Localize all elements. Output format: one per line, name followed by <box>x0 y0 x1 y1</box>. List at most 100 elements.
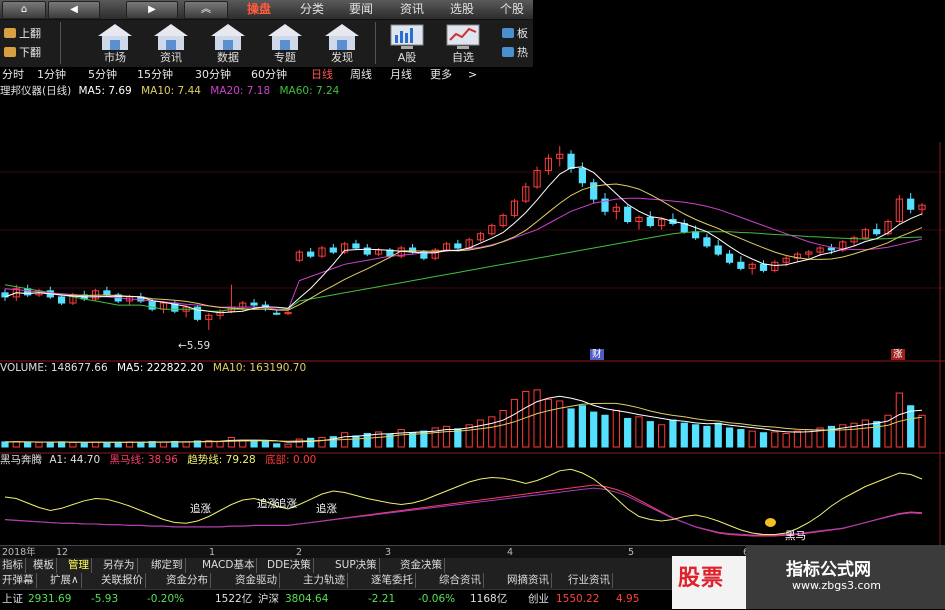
tool-topic-label: 专题 <box>274 51 296 64</box>
cy-change: 4.95 <box>616 593 640 605</box>
tool-a-shares-label: A股 <box>397 51 417 64</box>
volume-bar <box>216 440 224 448</box>
tab-save-as[interactable]: 另存为 <box>101 558 138 573</box>
period-next[interactable]: > <box>468 67 477 82</box>
hs-percent: -0.06% <box>418 593 456 605</box>
volume-bar <box>318 436 326 448</box>
tab-manage[interactable]: 管理 <box>66 558 92 573</box>
tab-related-quotes[interactable]: 关联报价 <box>99 573 146 588</box>
tab-expand[interactable]: 扩展∧ <box>48 573 82 588</box>
candle-body <box>567 153 575 169</box>
rise-tag[interactable]: 涨 <box>891 349 905 360</box>
candle-body <box>703 237 711 247</box>
menu-fenlei[interactable]: 分类 <box>300 1 324 18</box>
watermark-url: www.zbgs3.com <box>792 579 881 592</box>
menu-zixun[interactable]: 资讯 <box>400 1 424 18</box>
collapse-button[interactable]: ︽ <box>184 1 228 19</box>
menu-xuangu[interactable]: 选股 <box>450 1 474 18</box>
period-weekly[interactable]: 周线 <box>350 67 372 82</box>
low-price-label: ←5.59 <box>178 340 211 352</box>
volume-bar <box>873 421 881 448</box>
tab-macd[interactable]: MACD基本 <box>200 558 258 573</box>
period-intraday[interactable]: 分时 <box>2 67 24 82</box>
tool-sector[interactable]: 板 <box>500 25 533 43</box>
house-icon <box>98 24 132 50</box>
home-button[interactable]: ⌂ <box>2 1 46 19</box>
tab-fund-drive[interactable]: 资金驱动 <box>233 573 280 588</box>
tool-info[interactable]: 资讯 <box>144 20 198 66</box>
tool-discover[interactable]: 发现 <box>315 20 369 66</box>
finance-tag[interactable]: 财 <box>590 349 604 360</box>
tool-hot[interactable]: 热 <box>500 44 533 62</box>
tab-template[interactable]: 模板 <box>31 558 57 573</box>
tool-sector-label: 板 <box>517 27 528 40</box>
tab-industry-news[interactable]: 行业资讯 <box>566 573 613 588</box>
watermark: 指标公式网 www.zbgs3.com <box>746 545 945 609</box>
candle-body <box>725 253 734 263</box>
period-15min[interactable]: 15分钟 <box>137 67 173 82</box>
forward-button[interactable]: ▶ <box>126 1 178 19</box>
period-1min[interactable]: 1分钟 <box>37 67 66 82</box>
period-60min[interactable]: 60分钟 <box>251 67 287 82</box>
tab-general-news[interactable]: 综合资讯 <box>437 573 484 588</box>
page-up-button[interactable]: 上翻 <box>2 25 54 43</box>
tab-fund-distribution[interactable]: 资金分布 <box>164 573 211 588</box>
volume-bar <box>284 443 292 448</box>
sh-label[interactable]: 上证 <box>2 592 23 606</box>
volume-bar <box>522 390 530 448</box>
indicator-hm: 黑马线: 38.96 <box>109 454 178 466</box>
volume-bar <box>69 441 77 448</box>
volume-bar <box>590 411 598 448</box>
candle-body <box>646 216 654 227</box>
volume-bar <box>352 435 360 448</box>
tab-web-news[interactable]: 网摘资讯 <box>505 573 552 588</box>
tab-fund-decision[interactable]: 资金决策 <box>398 558 445 573</box>
candle-body <box>737 261 745 269</box>
tab-bind-to[interactable]: 绑定到 <box>149 558 186 573</box>
tool-market[interactable]: 市场 <box>88 20 142 66</box>
tab-dde[interactable]: DDE决策 <box>265 558 314 573</box>
volume-bar <box>918 414 926 448</box>
tool-a-shares[interactable]: A股 <box>380 20 434 66</box>
volume-bar <box>691 424 700 448</box>
volume-bar <box>771 431 779 448</box>
chart-area[interactable] <box>0 82 945 545</box>
darkhorse-line <box>4 484 923 537</box>
volume-ma10-line <box>4 402 923 443</box>
menu-gegu[interactable]: 个股 <box>500 1 524 18</box>
chase-label-2: 追涨 <box>257 498 278 510</box>
tool-data[interactable]: 数据 <box>201 20 255 66</box>
volume-bar <box>658 424 666 448</box>
hs-value: 3804.64 <box>285 593 329 605</box>
sh-percent: -0.20% <box>147 593 185 605</box>
tab-sup[interactable]: SUP决策 <box>333 558 380 573</box>
menu-caopan[interactable]: 操盘 <box>247 1 271 18</box>
tab-danmaku[interactable]: 开弹幕 <box>0 573 37 588</box>
tab-tick-orders[interactable]: 逐笔委托 <box>369 573 416 588</box>
volume-bar <box>103 442 111 448</box>
indicator-tabs: 指标 模板 管理 另存为 绑定到 MACD基本 DDE决策 SUP决策 资金决策 <box>0 558 680 574</box>
tool-topic[interactable]: 专题 <box>258 20 312 66</box>
page-down-button[interactable]: 下翻 <box>2 44 54 62</box>
candle-body <box>907 198 915 210</box>
volume-bar <box>646 421 654 448</box>
volume-ma10: MA10: 163190.70 <box>212 362 307 374</box>
back-button[interactable]: ◀ <box>48 1 100 19</box>
candle-body <box>103 290 111 296</box>
period-daily[interactable]: 日线 <box>311 67 333 82</box>
period-more[interactable]: 更多 <box>430 67 452 82</box>
period-monthly[interactable]: 月线 <box>390 67 412 82</box>
cy-label[interactable]: 创业 <box>528 592 549 606</box>
tool-hot-label: 热 <box>517 46 528 59</box>
tab-indicator[interactable]: 指标 <box>0 558 26 573</box>
tool-watchlist[interactable]: 自选 <box>436 20 490 66</box>
sh-value: 2931.69 <box>28 593 72 605</box>
hs-label[interactable]: 沪深 <box>258 592 279 606</box>
volume-bar <box>759 432 768 448</box>
volume-bar <box>295 438 303 448</box>
hs-change: -2.21 <box>368 593 396 605</box>
period-30min[interactable]: 30分钟 <box>195 67 231 82</box>
tab-main-track[interactable]: 主力轨迹 <box>301 573 348 588</box>
period-5min[interactable]: 5分钟 <box>88 67 117 82</box>
menu-yaowen[interactable]: 要闻 <box>349 1 373 18</box>
